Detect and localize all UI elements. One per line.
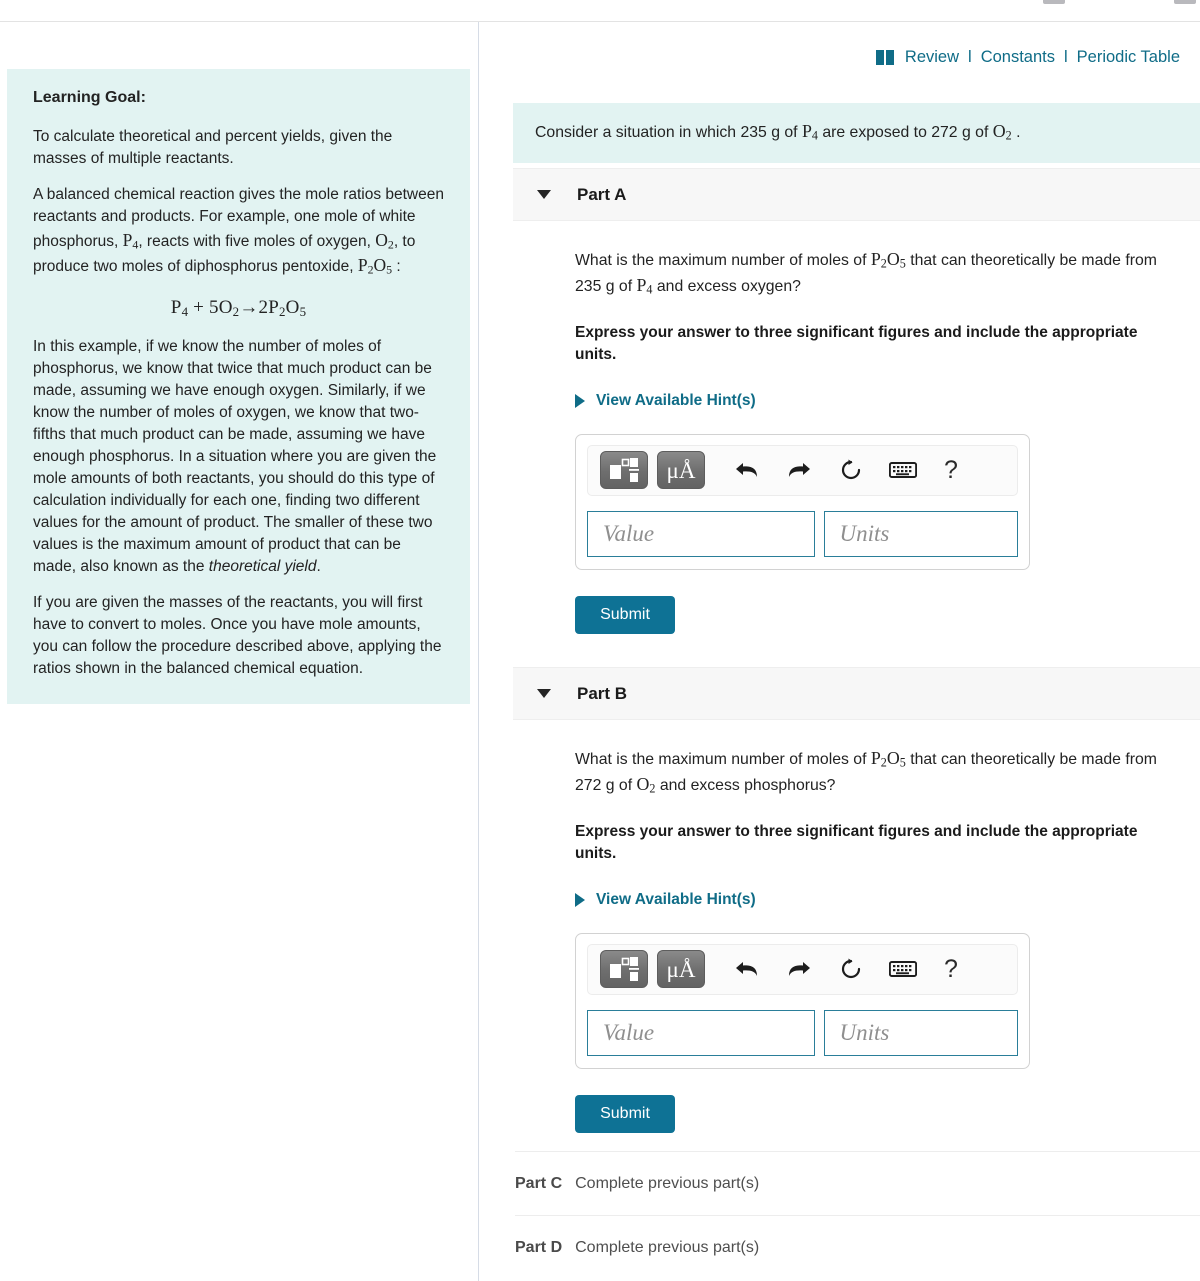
redo-arrow-icon[interactable] — [782, 456, 816, 484]
part-a-hint-label: View Available Hint(s) — [596, 391, 756, 409]
formula-o2: O2 — [375, 229, 394, 252]
units-mu-angstrom-icon[interactable]: μÅ — [657, 950, 705, 988]
left-panel: Learning Goal: To calculate theoretical … — [0, 22, 478, 1281]
p2-text-d: : — [392, 258, 401, 276]
part-a-question: What is the maximum number of moles of P… — [575, 247, 1175, 300]
periodic-table-link[interactable]: Periodic Table — [1077, 48, 1180, 67]
chevron-right-icon — [575, 393, 585, 408]
pb-formula-p2o5: P2O5 — [870, 748, 906, 770]
page-root: Learning Goal: To calculate theoretical … — [0, 0, 1200, 1281]
top-cutoff-mark-right — [1174, 0, 1196, 4]
part-d-row[interactable]: Part D Complete previous part(s) — [515, 1215, 1200, 1279]
part-b-label: Part B — [577, 683, 628, 703]
part-a-units-input[interactable]: Units — [823, 510, 1018, 557]
part-b-section: Part B What is the maximum number of mol… — [513, 667, 1200, 1133]
part-a-submit-button[interactable]: Submit — [575, 595, 675, 634]
right-panel: Review l Constants l Periodic Table Cons… — [479, 22, 1200, 1281]
p3-text-b: . — [316, 557, 321, 575]
chevron-right-icon — [575, 892, 585, 907]
p2-text-b: , reacts with five moles of oxygen, — [138, 232, 376, 250]
p3-text-a: In this example, if we know the number o… — [33, 337, 437, 575]
part-a-view-hints-link[interactable]: View Available Hint(s) — [575, 392, 756, 410]
formula-p2o5: P2O5 — [357, 255, 393, 277]
part-a-answer-widget: μÅ ? Value Units — [575, 433, 1030, 570]
part-a-units-label: μÅ — [666, 457, 696, 483]
undo-arrow-icon[interactable] — [730, 456, 764, 484]
part-b-value-input[interactable]: Value — [587, 1009, 815, 1056]
prompt-text-c: . — [1011, 124, 1021, 141]
reset-circular-arrow-icon[interactable] — [834, 955, 868, 983]
part-b-question: What is the maximum number of moles of P… — [575, 746, 1175, 799]
learning-goal-paragraph-4: If you are given the masses of the react… — [33, 593, 442, 677]
redo-arrow-icon[interactable] — [782, 955, 816, 983]
part-a-answer-toolbar: μÅ ? — [587, 444, 1018, 496]
constants-link[interactable]: Constants — [981, 48, 1055, 67]
pa-q-a: What is the maximum number of moles of — [575, 252, 871, 269]
units-mu-angstrom-icon[interactable]: μÅ — [657, 451, 705, 489]
problem-statement: Consider a situation in which 235 g of P… — [513, 103, 1200, 163]
book-icon — [875, 50, 895, 65]
learning-goal-paragraph-3: In this example, if we know the number o… — [33, 336, 444, 578]
prompt-text-a: Consider a situation in which 235 g of — [535, 124, 802, 141]
pa-q-c: and excess oxygen? — [652, 278, 801, 296]
part-a-value-input[interactable]: Value — [587, 510, 815, 557]
learning-goal-paragraph-2: A balanced chemical reaction gives the m… — [33, 184, 444, 279]
learning-goal-paragraph-1: To calculate theoretical and percent yie… — [33, 127, 393, 167]
reset-circular-arrow-icon[interactable] — [834, 456, 868, 484]
part-b-instruction: Express your answer to three significant… — [575, 822, 1138, 862]
chevron-down-icon[interactable] — [537, 190, 551, 199]
part-b-view-hints-link[interactable]: View Available Hint(s) — [575, 891, 756, 909]
part-a-section: Part A What is the maximum number of mol… — [513, 168, 1200, 634]
link-separator-2: l — [1063, 48, 1068, 66]
part-d-status: Complete previous part(s) — [575, 1238, 760, 1256]
prompt-text-b: are exposed to 272 g of — [817, 124, 993, 141]
keyboard-icon[interactable] — [886, 955, 920, 983]
part-c-label: Part C — [515, 1174, 563, 1192]
learning-goal-card: Learning Goal: To calculate theoretical … — [7, 69, 470, 704]
part-b-answer-toolbar: μÅ ? — [587, 943, 1018, 995]
review-link[interactable]: Review — [905, 48, 959, 67]
pb-q-a: What is the maximum number of moles of — [575, 751, 871, 768]
formula-p4: P4 — [122, 229, 139, 252]
part-b-header[interactable]: Part B — [513, 667, 1200, 720]
balanced-equation: P4 + 5O2→2P2O5 — [170, 296, 307, 319]
part-a-instruction: Express your answer to three significant… — [575, 323, 1138, 363]
part-a-answer-fields: Value Units — [587, 510, 1018, 557]
part-b-hint-label: View Available Hint(s) — [596, 890, 756, 908]
chevron-down-icon[interactable] — [537, 689, 551, 698]
part-b-answer-fields: Value Units — [587, 1009, 1018, 1056]
help-question-icon[interactable]: ? — [944, 457, 958, 483]
undo-arrow-icon[interactable] — [730, 955, 764, 983]
math-template-icon[interactable] — [600, 950, 648, 988]
learning-goal-title: Learning Goal: — [33, 89, 146, 106]
part-b-body: What is the maximum number of moles of P… — [513, 720, 1200, 1133]
part-a-body: What is the maximum number of moles of P… — [513, 221, 1200, 634]
pa-formula-p4: P4 — [636, 275, 653, 297]
part-d-label: Part D — [515, 1238, 563, 1256]
part-b-units-input[interactable]: Units — [823, 1009, 1018, 1056]
part-c-row[interactable]: Part C Complete previous part(s) — [515, 1151, 1200, 1215]
part-b-submit-button[interactable]: Submit — [575, 1094, 675, 1133]
part-a-header[interactable]: Part A — [513, 168, 1200, 221]
link-separator-1: l — [968, 48, 972, 66]
theoretical-yield-term: theoretical yield — [208, 557, 317, 575]
prompt-formula-o2: O2 — [992, 121, 1012, 143]
resource-links-row: Review l Constants l Periodic Table — [875, 48, 1180, 67]
pb-formula-o2: O2 — [636, 774, 656, 796]
part-a-label: Part A — [577, 184, 627, 204]
top-cutoff-mark-left — [1043, 0, 1065, 4]
part-b-units-label: μÅ — [666, 956, 696, 982]
prompt-formula-p4: P4 — [801, 121, 818, 143]
pb-q-c: and excess phosphorus? — [655, 777, 836, 795]
part-c-status: Complete previous part(s) — [575, 1174, 760, 1192]
math-template-icon[interactable] — [600, 451, 648, 489]
keyboard-icon[interactable] — [886, 456, 920, 484]
pa-formula-p2o5: P2O5 — [870, 249, 906, 271]
part-b-answer-widget: μÅ ? Value Units — [575, 932, 1030, 1069]
help-question-icon[interactable]: ? — [944, 956, 958, 982]
